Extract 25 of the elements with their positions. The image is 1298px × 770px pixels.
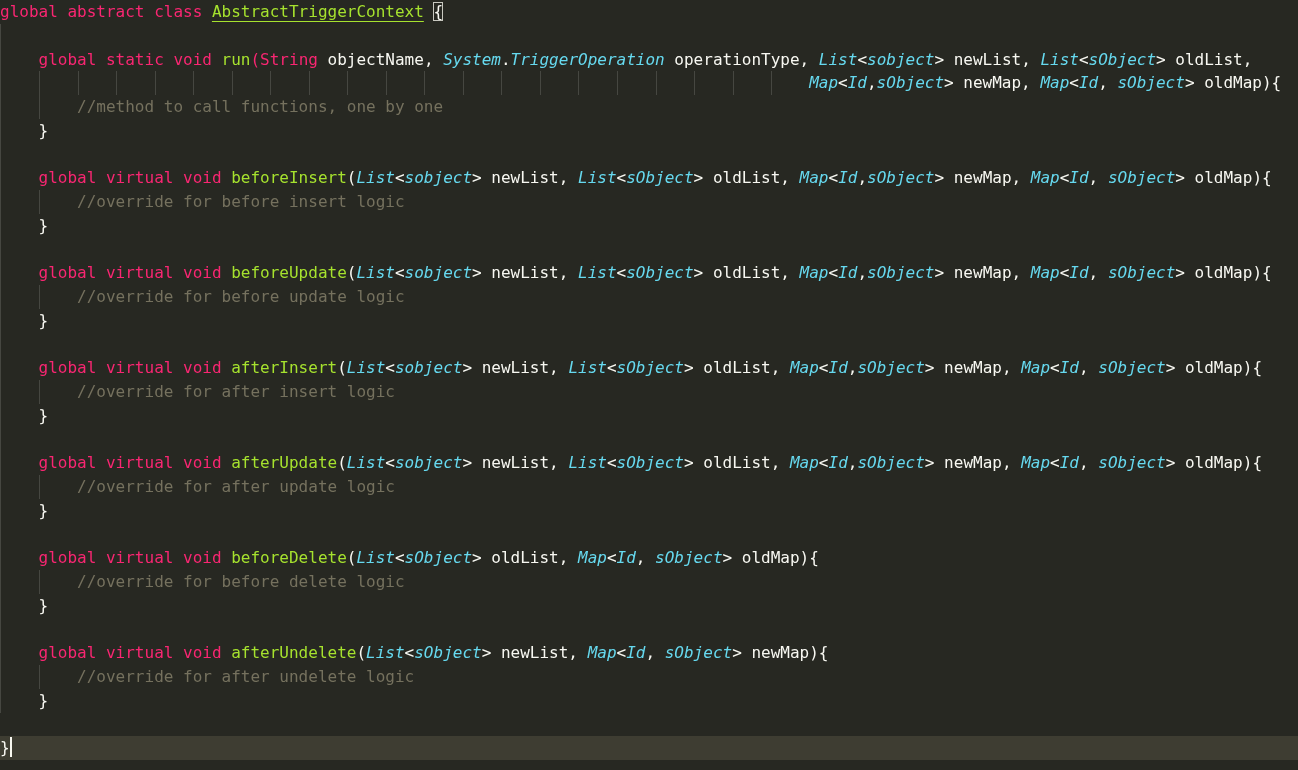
- code-line: Map<Id,sObject> newMap, Map<Id, sObject> oldMap){: [808, 72, 1282, 95]
- code-line: global virtual void afterUpdate(List<sobject> newList, List<sObject> oldList, Map<Id,sObject> newMap, Map<Id, sObject> oldMap){: [37, 452, 1262, 475]
- code-line: }: [37, 214, 49, 237]
- code-line: global virtual void beforeDelete(List<sObject> oldList, Map<Id, sObject> oldMap){: [37, 547, 819, 570]
- code-line: global static void run(String objectName, System.TriggerOperation operationType, List<sobject> newList, List<sObject> oldList,: [37, 48, 1253, 71]
- code-line: global virtual void afterUndelete(List<sObject> newList, Map<Id, sObject> newMap){: [37, 642, 829, 665]
- code-line: //override for after undelete logic: [76, 666, 415, 688]
- code-line: global virtual void beforeInsert(List<sobject> newList, List<sObject> oldList, Map<Id,sObject> newMap, Map<Id, sObject> oldMap){: [37, 167, 1272, 190]
- code-line: //override for after update logic: [76, 476, 395, 498]
- code-line: }: [37, 119, 49, 142]
- code-line: global virtual void afterInsert(List<sobject> newList, List<sObject> oldList, Map<Id,sObject> newMap, Map<Id, sObject> oldMap){: [37, 357, 1262, 380]
- text-cursor: [9, 737, 12, 758]
- code-line: }: [0, 737, 10, 760]
- code-line: global abstract class AbstractTriggerContext {: [0, 1, 444, 23]
- code-line: }: [37, 309, 49, 332]
- code-line: //override for before update logic: [76, 286, 405, 308]
- code-line: //override for after insert logic: [76, 381, 395, 403]
- code-line: }: [37, 689, 49, 712]
- code-line: global virtual void beforeUpdate(List<sobject> newList, List<sObject> oldList, Map<Id,sObject> newMap, Map<Id, sObject> oldMap){: [37, 262, 1272, 285]
- code-line: }: [37, 404, 49, 427]
- code-line: }: [37, 499, 49, 522]
- code-line: //override for before insert logic: [76, 191, 405, 213]
- code-line: }: [37, 594, 49, 617]
- code-line: //method to call functions, one by one: [76, 96, 444, 118]
- code-line: //override for before delete logic: [76, 571, 405, 593]
